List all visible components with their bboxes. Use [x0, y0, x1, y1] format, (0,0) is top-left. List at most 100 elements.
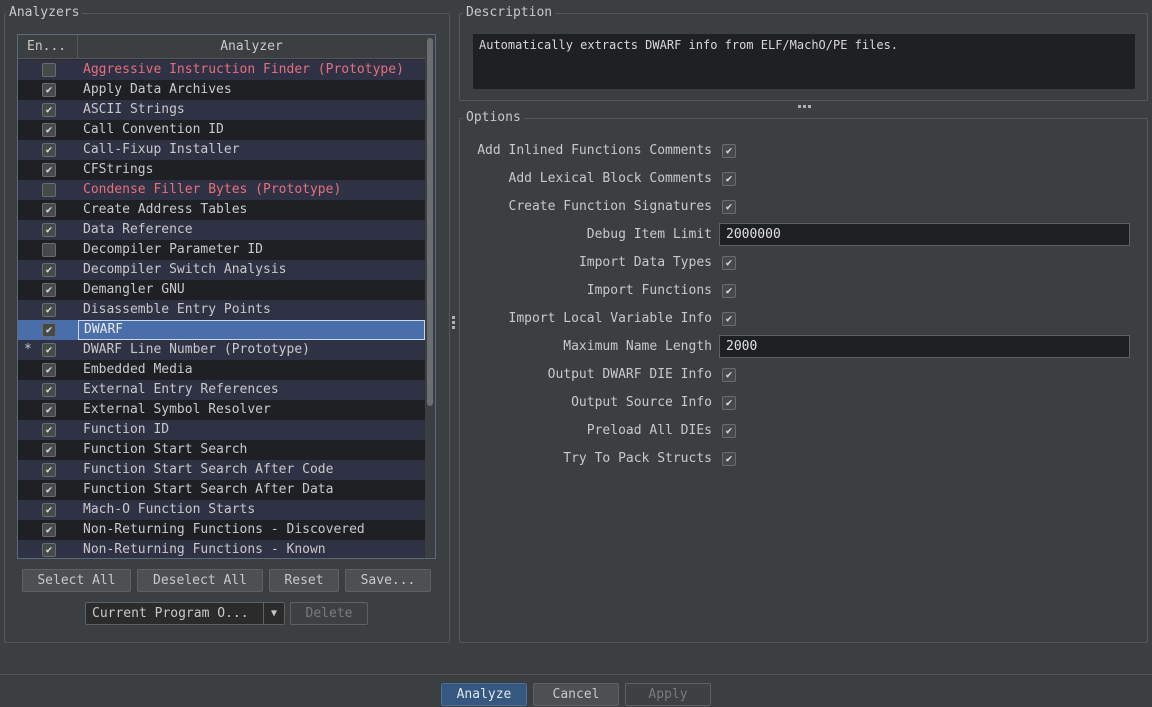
column-header-enabled[interactable]: En... [18, 35, 78, 59]
analyzer-name: Function Start Search [83, 442, 248, 457]
analyzer-row[interactable]: ✔ Decompiler Switch Analysis [18, 260, 425, 280]
analyzer-name: Demangler GNU [83, 282, 185, 297]
analyzer-row[interactable]: ✔ Apply Data Archives [18, 80, 425, 100]
analyzer-row[interactable]: ✔ Data Reference [18, 220, 425, 240]
analyzer-enabled-checkbox[interactable]: ✔ [42, 283, 56, 297]
analyzer-row[interactable]: Aggressive Instruction Finder (Prototype… [18, 60, 425, 80]
analyzer-enabled-checkbox[interactable]: ✔ [42, 463, 56, 477]
analyzer-enabled-checkbox[interactable]: ✔ [42, 163, 56, 177]
analyzer-enabled-checkbox[interactable]: ✔ [42, 143, 56, 157]
analyzer-row[interactable]: ✔ Create Address Tables [18, 200, 425, 220]
analyzer-enabled-checkbox[interactable]: ✔ [42, 363, 56, 377]
option-label: Output Source Info [571, 395, 712, 410]
analyzer-name: Function Start Search After Code [83, 462, 334, 477]
select-all-button[interactable]: Select All [22, 569, 131, 592]
option-checkbox[interactable]: ✔ [722, 284, 736, 298]
analyzer-enabled-checkbox[interactable]: ✔ [42, 523, 56, 537]
column-header-analyzer[interactable]: Analyzer [78, 35, 425, 59]
table-header: En... Analyzer [18, 35, 425, 59]
option-checkbox[interactable]: ✔ [722, 172, 736, 186]
analyzer-name: Disassemble Entry Points [83, 302, 271, 317]
option-checkbox[interactable]: ✔ [722, 312, 736, 326]
analyzer-row[interactable]: ✔ Non-Returning Functions - Discovered [18, 520, 425, 540]
analyzer-enabled-checkbox[interactable]: ✔ [42, 203, 56, 217]
analyzer-name: DWARF [78, 320, 425, 340]
analyzer-enabled-checkbox[interactable]: ✔ [42, 543, 56, 557]
analyzer-name: Function ID [83, 422, 170, 437]
analyzer-enabled-checkbox[interactable] [42, 183, 56, 197]
analyzer-table[interactable]: En... Analyzer Aggressive Instruction Fi… [17, 34, 436, 559]
analyzer-row[interactable]: ✔ Demangler GNU [18, 280, 425, 300]
save-button[interactable]: Save... [345, 569, 431, 592]
analyzer-row[interactable]: ✔ External Entry References [18, 380, 425, 400]
analyzer-enabled-checkbox[interactable]: ✔ [42, 483, 56, 497]
analyzer-enabled-checkbox[interactable]: ✔ [42, 263, 56, 277]
analyzer-enabled-checkbox[interactable]: ✔ [42, 123, 56, 137]
analyzer-row[interactable]: ✔ Mach-O Function Starts [18, 500, 425, 520]
analyzer-row[interactable]: ✔ Function Start Search After Data [18, 480, 425, 500]
analyzer-row[interactable]: * ✔ DWARF Line Number (Prototype) [18, 340, 425, 360]
analyzer-name: Decompiler Parameter ID [83, 242, 264, 257]
analyzer-enabled-checkbox[interactable]: ✔ [42, 443, 56, 457]
scrollbar-thumb[interactable] [427, 38, 433, 406]
option-label: Try To Pack Structs [563, 451, 712, 466]
option-checkbox[interactable]: ✔ [722, 144, 736, 158]
analyzer-row[interactable]: ✔ Non-Returning Functions - Known [18, 540, 425, 558]
option-label: Add Lexical Block Comments [508, 171, 713, 186]
option-checkbox[interactable]: ✔ [722, 396, 736, 410]
analyzer-row[interactable]: ✔ Function Start Search [18, 440, 425, 460]
analyzer-enabled-checkbox[interactable] [42, 243, 56, 257]
option-checkbox[interactable]: ✔ [722, 368, 736, 382]
cancel-button[interactable]: Cancel [533, 683, 619, 706]
analyzer-row[interactable]: ✔ Disassemble Entry Points [18, 300, 425, 320]
analyzer-row[interactable]: ✔ Function Start Search After Code [18, 460, 425, 480]
analyzer-enabled-checkbox[interactable]: ✔ [42, 323, 56, 337]
analyzer-name: Non-Returning Functions - Known [83, 542, 326, 557]
vertical-splitter-grip-icon[interactable] [452, 316, 456, 334]
analyzer-enabled-checkbox[interactable]: ✔ [42, 83, 56, 97]
option-checkbox[interactable]: ✔ [722, 424, 736, 438]
analyzer-enabled-checkbox[interactable]: ✔ [42, 503, 56, 517]
analyzer-row[interactable]: ✔ Embedded Media [18, 360, 425, 380]
option-text-field[interactable]: 2000 [719, 335, 1130, 358]
program-options-combo[interactable]: Current Program O... ▼ [85, 602, 285, 625]
analyzer-row[interactable]: ✔ Function ID [18, 420, 425, 440]
analyzer-name: Data Reference [83, 222, 193, 237]
option-checkbox[interactable]: ✔ [722, 200, 736, 214]
analyzer-name: Call-Fixup Installer [83, 142, 240, 157]
deselect-all-button[interactable]: Deselect All [137, 569, 263, 592]
program-options-value: Current Program O... [92, 606, 249, 621]
analyzer-name: Function Start Search After Data [83, 482, 334, 497]
horizontal-splitter-grip-icon[interactable] [798, 105, 814, 109]
analyzer-row[interactable]: Condense Filler Bytes (Prototype) [18, 180, 425, 200]
analyzer-row[interactable]: ✔ ASCII Strings [18, 100, 425, 120]
analyzer-enabled-checkbox[interactable]: ✔ [42, 223, 56, 237]
reset-button[interactable]: Reset [269, 569, 339, 592]
analyzer-name: Create Address Tables [83, 202, 248, 217]
analyzer-enabled-checkbox[interactable]: ✔ [42, 343, 56, 357]
options-title: Options [463, 110, 524, 125]
analyzer-row[interactable]: ✔ External Symbol Resolver [18, 400, 425, 420]
analyzer-enabled-checkbox[interactable]: ✔ [42, 423, 56, 437]
delete-button[interactable]: Delete [290, 602, 368, 625]
analyzer-enabled-checkbox[interactable]: ✔ [42, 103, 56, 117]
analyzer-enabled-checkbox[interactable]: ✔ [42, 403, 56, 417]
table-scrollbar[interactable] [425, 35, 435, 558]
analyzer-row[interactable]: Decompiler Parameter ID [18, 240, 425, 260]
analyzer-row[interactable]: ✔ CFStrings [18, 160, 425, 180]
option-label: Import Data Types [578, 255, 712, 270]
analyze-button[interactable]: Analyze [441, 683, 527, 706]
analyzer-row[interactable]: ✔ Call-Fixup Installer [18, 140, 425, 160]
apply-button[interactable]: Apply [625, 683, 711, 706]
option-text-field[interactable]: 2000000 [719, 223, 1130, 246]
option-checkbox[interactable]: ✔ [722, 256, 736, 270]
analyzer-enabled-checkbox[interactable]: ✔ [42, 383, 56, 397]
analyzer-row[interactable]: ✔ DWARF [18, 320, 425, 340]
analyzer-name: ASCII Strings [83, 102, 185, 117]
analyzer-enabled-checkbox[interactable]: ✔ [42, 303, 56, 317]
option-checkbox[interactable]: ✔ [722, 452, 736, 466]
analyzers-title: Analyzers [6, 5, 83, 20]
analyzer-enabled-checkbox[interactable] [42, 63, 56, 77]
chevron-down-icon[interactable]: ▼ [263, 603, 284, 624]
analyzer-row[interactable]: ✔ Call Convention ID [18, 120, 425, 140]
